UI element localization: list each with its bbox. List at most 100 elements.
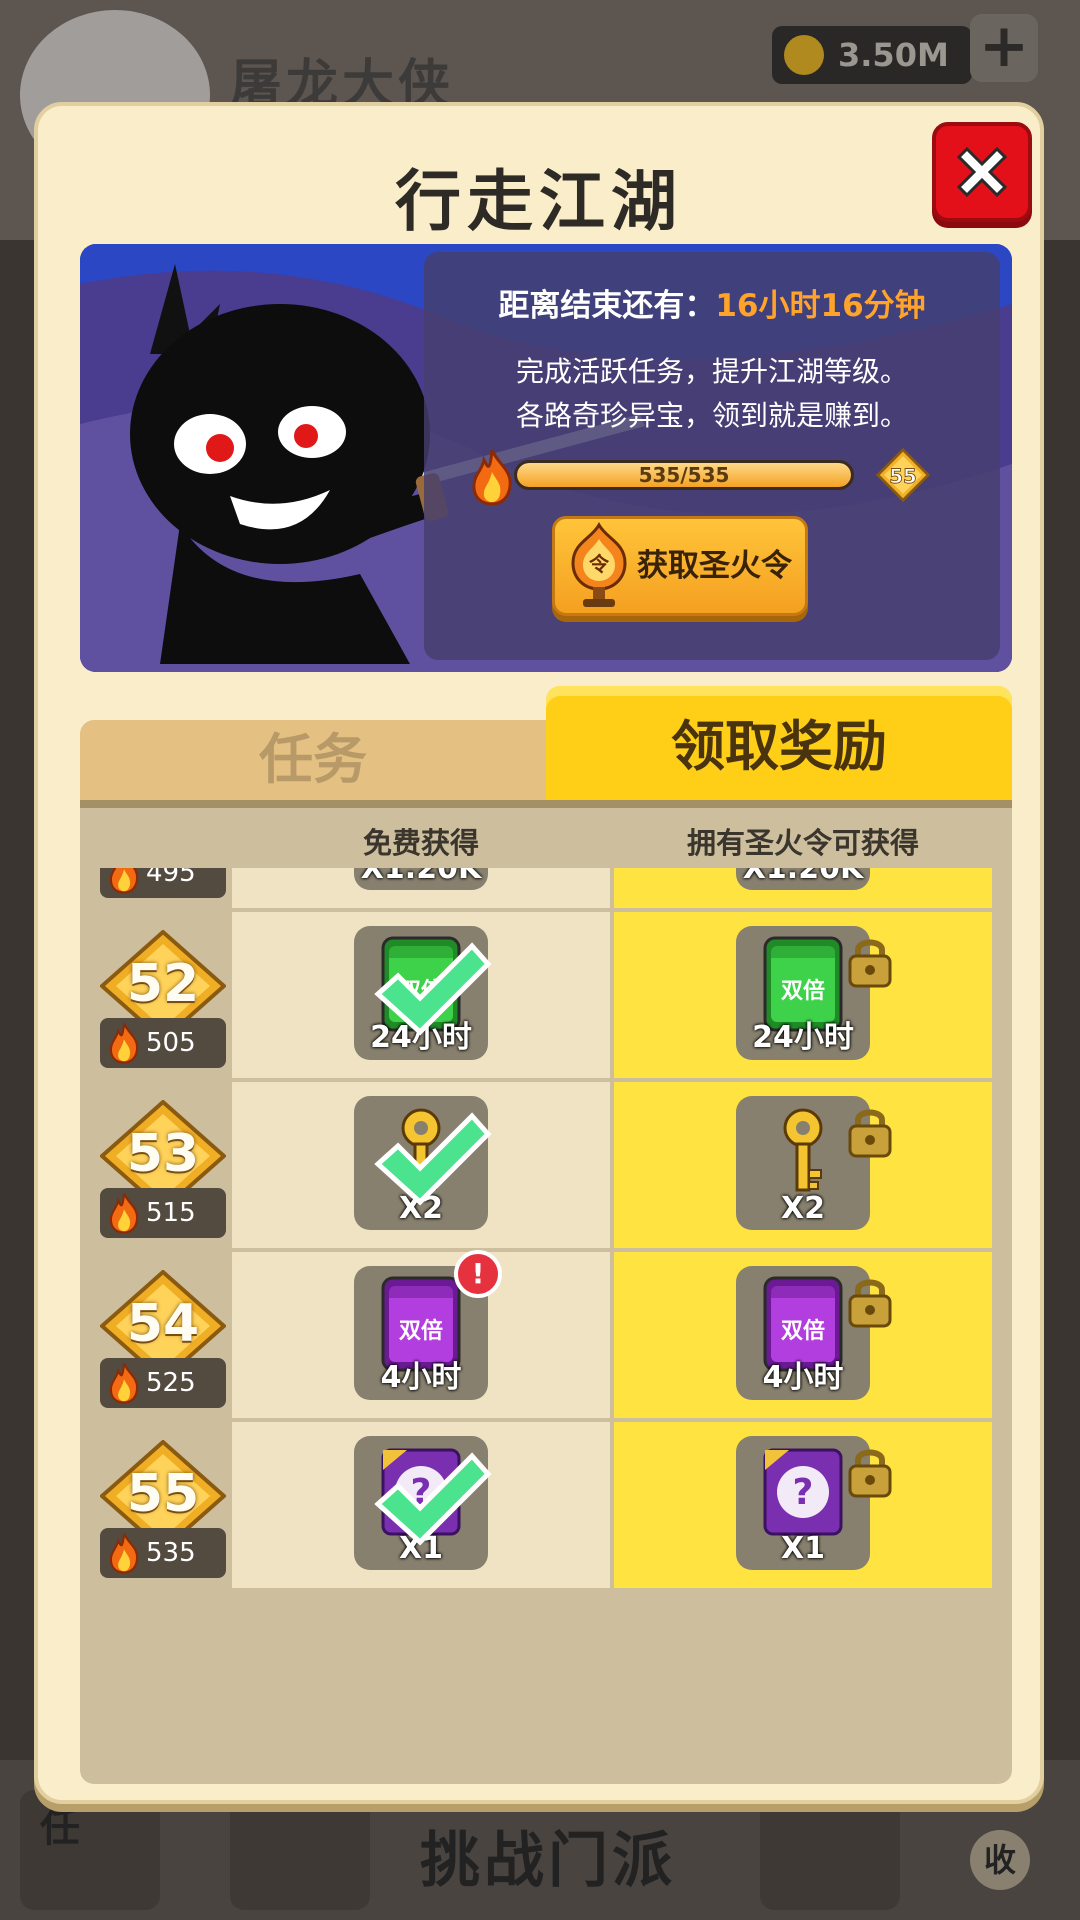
level-value: 55 [889, 465, 917, 488]
lock-icon [848, 1109, 892, 1158]
level-cell: 495 [100, 868, 226, 912]
tab-tasks[interactable]: 任务 [80, 720, 546, 800]
level-cell: 53 515 [100, 1082, 226, 1252]
svg-text:双倍: 双倍 [399, 1318, 443, 1344]
fire-icon [109, 1022, 139, 1064]
get-fire-token-label: 获取圣火令 [637, 548, 792, 584]
reward-table[interactable]: 免费获得 拥有圣火令可获得 495 X1.20K X1.20K 52 505 双倍 24小时… [80, 808, 1012, 1784]
level-progress-bar: 535/535 [514, 460, 854, 490]
lock-icon [848, 1449, 892, 1498]
lock-icon [848, 939, 892, 988]
points-box: 525 [100, 1358, 226, 1408]
fire-icon [109, 1192, 139, 1234]
tab-claim-rewards[interactable]: 领取奖励 [546, 686, 1012, 800]
lock-icon [848, 1279, 892, 1328]
points-box: 515 [100, 1188, 226, 1238]
bottom-nav-forge [230, 1790, 370, 1910]
reward-quantity: X2 [780, 1191, 825, 1226]
reward-row: 54 525 双倍 4小时! 双倍 4小时 [80, 1250, 1012, 1422]
svg-text:?: ? [793, 1472, 814, 1513]
tab-tasks-label: 任务 [259, 728, 367, 791]
challenge-sect-button: 挑战门派 [420, 1826, 676, 1896]
column-header-paid: 拥有圣火令可获得 [686, 826, 919, 860]
countdown-text: 距离结束还有：16小时16分钟 [424, 280, 1000, 325]
fire-icon [472, 449, 512, 506]
dialog-title: 行走江湖 [395, 163, 683, 240]
claimed-check-icon [374, 1112, 492, 1206]
paid-reward-item[interactable]: ? X1 [736, 1436, 892, 1570]
event-description: 完成活跃任务，提升江湖等级。 各路奇珍异宝，领到就是赚到。 [424, 350, 1000, 438]
row-level-number: 53 [126, 1124, 200, 1184]
reward-quantity: 4小时 [380, 1360, 462, 1395]
svg-text:双倍: 双倍 [781, 978, 825, 1004]
reward-row: 53 515 X2 X2 [80, 1082, 1012, 1252]
row-level-number: 55 [126, 1464, 200, 1524]
add-gold-button: + [970, 14, 1038, 82]
close-x-icon [956, 146, 1008, 198]
reward-row: 52 505 双倍 24小时 双倍 24小时 [80, 912, 1012, 1082]
close-button[interactable] [932, 122, 1032, 222]
free-cell: 双倍 24小时 [232, 912, 610, 1078]
points-value: 505 [146, 1028, 196, 1058]
free-cell: 双倍 4小时! [232, 1250, 610, 1418]
countdown-prefix: 距离结束还有： [498, 288, 716, 324]
reward-quantity: 4小时 [762, 1360, 844, 1395]
paid-reward-item[interactable]: 双倍 24小时 [736, 926, 892, 1060]
reward-quantity: X1 [780, 1531, 825, 1566]
paid-cell: 双倍 4小时 [614, 1252, 992, 1418]
free-reward-item[interactable]: X2 [354, 1096, 492, 1230]
points-value: 525 [146, 1368, 196, 1398]
free-cell: X2 [232, 1082, 610, 1248]
reward-quantity: X1.20K [742, 868, 864, 886]
free-cell: ? X1 [232, 1422, 610, 1588]
event-info-panel: 距离结束还有：16小时16分钟 完成活跃任务，提升江湖等级。 各路奇珍异宝，领到… [424, 252, 1000, 660]
free-cell: X1.20K [232, 868, 610, 908]
paid-cell: X1.20K [614, 868, 992, 908]
tab-claim-rewards-label: 领取奖励 [671, 715, 887, 778]
description-line-2: 各路奇珍异宝，领到就是赚到。 [515, 399, 908, 432]
get-fire-token-button[interactable]: 令 获取圣火令 [552, 516, 808, 616]
level-diamond-icon: 55 [876, 448, 930, 502]
level-cell: 55 535 [100, 1422, 226, 1588]
free-reward-item[interactable]: ? X1 [354, 1436, 492, 1570]
jianghu-dialog: 行走江湖 距离结束还有：16小时16分钟 完成活跃任务，提升江湖等级。 各路奇珍… [34, 102, 1044, 1804]
free-reward-item[interactable]: 双倍 4小时! [354, 1250, 502, 1400]
paid-reward-item[interactable]: 双倍 4小时 [736, 1266, 892, 1400]
claimed-check-icon [374, 1452, 492, 1546]
event-banner: 距离结束还有：16小时16分钟 完成活跃任务，提升江湖等级。 各路奇珍异宝，领到… [80, 244, 1012, 672]
tab-divider [80, 800, 1012, 808]
description-line-1: 完成活跃任务，提升江湖等级。 [515, 355, 908, 388]
gold-counter: 3.50M [772, 26, 972, 84]
reward-row-partial: 495 X1.20K X1.20K [80, 868, 1012, 912]
gold-amount: 3.50M [838, 36, 949, 74]
free-reward-item[interactable]: X1.20K [354, 868, 488, 890]
level-progress-text: 535/535 [638, 463, 730, 487]
fire-icon [109, 1362, 139, 1404]
paid-reward-item[interactable]: X1.20K [736, 868, 870, 890]
row-level-number: 54 [126, 1294, 200, 1354]
paid-reward-item[interactable]: X2 [736, 1096, 892, 1230]
points-box: 495 [100, 868, 226, 898]
fire-token-icon: 令 [571, 521, 627, 607]
alert-badge-icon: ! [454, 1250, 502, 1298]
bottom-nav-home [760, 1790, 900, 1910]
reward-row: 55 535? X1? X1 [80, 1422, 1012, 1588]
paid-cell: X2 [614, 1082, 992, 1248]
reward-rows[interactable]: 495 X1.20K X1.20K 52 505 双倍 24小时 双倍 24小时 53 515 X2 X… [80, 868, 1012, 1588]
free-reward-item[interactable]: 双倍 24小时 [354, 926, 492, 1060]
row-level-number: 52 [126, 954, 200, 1014]
svg-text:双倍: 双倍 [781, 1318, 825, 1344]
paid-cell: ? X1 [614, 1422, 992, 1588]
coin-icon [784, 35, 824, 75]
fire-icon [109, 1532, 139, 1574]
countdown-value: 16小时16分钟 [715, 288, 926, 324]
level-cell: 52 505 [100, 912, 226, 1082]
fire-icon [109, 868, 139, 894]
points-box: 535 [100, 1528, 226, 1578]
points-value: 535 [146, 1538, 196, 1568]
points-value: 515 [146, 1198, 196, 1228]
column-header-free: 免费获得 [362, 826, 479, 860]
reward-quantity: 24小时 [752, 1020, 854, 1055]
bottom-nav-collect: 收 [970, 1830, 1030, 1890]
reward-quantity: X1.20K [360, 868, 482, 886]
